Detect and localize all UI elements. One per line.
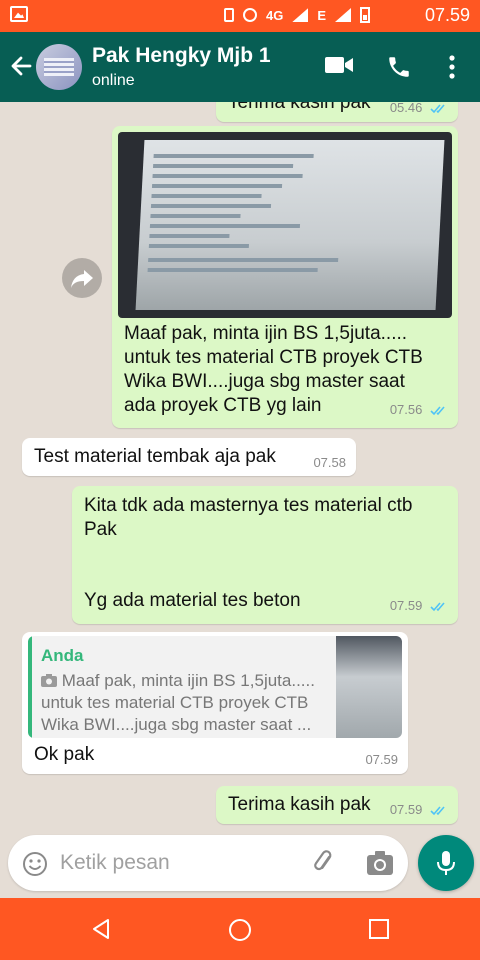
message-text: Test material tembak aja pak (34, 446, 276, 467)
message-text-2: Yg ada material tes beton (84, 590, 301, 611)
message-bubble[interactable]: Terima kasih pak 05.46 (216, 102, 458, 122)
signal-icon-2 (335, 8, 351, 22)
message-text: Terima kasih pak (228, 102, 371, 113)
chat-header: Pak Hengky Mjb 1 online (0, 32, 480, 102)
voice-record-button[interactable] (418, 835, 474, 891)
message-time: 07.59 (365, 752, 398, 767)
status-icons: 4G E (223, 7, 370, 23)
message-photo[interactable] (118, 132, 452, 318)
network-type-label-2: E (317, 7, 326, 23)
forward-button[interactable] (62, 258, 102, 298)
more-options-icon[interactable] (444, 54, 460, 80)
video-call-icon[interactable] (324, 54, 354, 76)
vibrate-icon (223, 8, 234, 22)
network-type-label: 4G (265, 7, 284, 23)
message-text: Kita tdk ada masternya tes material ctb … (84, 495, 413, 540)
alarm-icon (242, 8, 257, 22)
message-time: 07.58 (313, 455, 346, 470)
read-ticks-icon (430, 602, 445, 612)
nav-back-icon[interactable] (90, 918, 112, 940)
photo-screen (135, 140, 445, 310)
message-time: 07.59 (390, 598, 448, 613)
quote-text: Maaf pak, minta ijin BS 1,5juta..... unt… (41, 671, 315, 734)
read-ticks-icon (430, 406, 445, 416)
status-bar: 4G E 07.59 (0, 0, 480, 32)
read-ticks-icon (430, 104, 445, 114)
reply-message-bubble[interactable]: Anda Maaf pak, minta ijin BS 1,5juta....… (22, 632, 408, 774)
contact-name[interactable]: Pak Hengky Mjb 1 (92, 44, 271, 68)
image-message-bubble[interactable]: Maaf pak, minta ijin BS 1,5juta..... unt… (112, 126, 458, 428)
message-text: Ok pak (34, 744, 95, 765)
message-time: 05.46 (390, 102, 448, 115)
message-time: 07.56 (390, 402, 448, 417)
message-bubble[interactable]: Test material tembak aja pak 07.58 (22, 438, 356, 476)
forward-icon (71, 270, 93, 288)
back-arrow-icon[interactable] (8, 52, 34, 80)
contact-status: online (92, 72, 135, 89)
message-bubble[interactable]: Terima kasih pak 07.59 (216, 786, 458, 824)
message-bubble[interactable]: Kita tdk ada masternya tes material ctb … (72, 486, 458, 624)
system-nav-bar (0, 898, 480, 960)
clock: 07.59 (424, 5, 470, 25)
read-ticks-icon (430, 806, 445, 816)
battery-icon (360, 7, 370, 23)
message-composer (8, 835, 408, 891)
nav-recents-icon[interactable] (368, 918, 390, 940)
microphone-icon (437, 851, 455, 875)
message-text: Terima kasih pak (228, 794, 371, 815)
gallery-notification-icon (10, 6, 28, 22)
attachment-icon[interactable] (310, 849, 338, 877)
signal-icon (292, 8, 309, 22)
camera-small-icon (41, 674, 57, 687)
quoted-message[interactable]: Anda Maaf pak, minta ijin BS 1,5juta....… (28, 636, 402, 738)
avatar[interactable] (36, 44, 82, 90)
message-time: 07.59 (390, 802, 448, 817)
quote-author: Anda (41, 646, 84, 665)
chat-area[interactable]: Terima kasih pak 05.46 Maaf pak, minta i… (0, 102, 480, 898)
nav-home-icon[interactable] (228, 918, 252, 942)
voice-call-icon[interactable] (386, 54, 412, 80)
emoji-icon[interactable] (22, 851, 48, 877)
message-input[interactable] (60, 847, 290, 879)
quote-thumbnail (336, 636, 402, 738)
camera-icon[interactable] (366, 850, 394, 876)
